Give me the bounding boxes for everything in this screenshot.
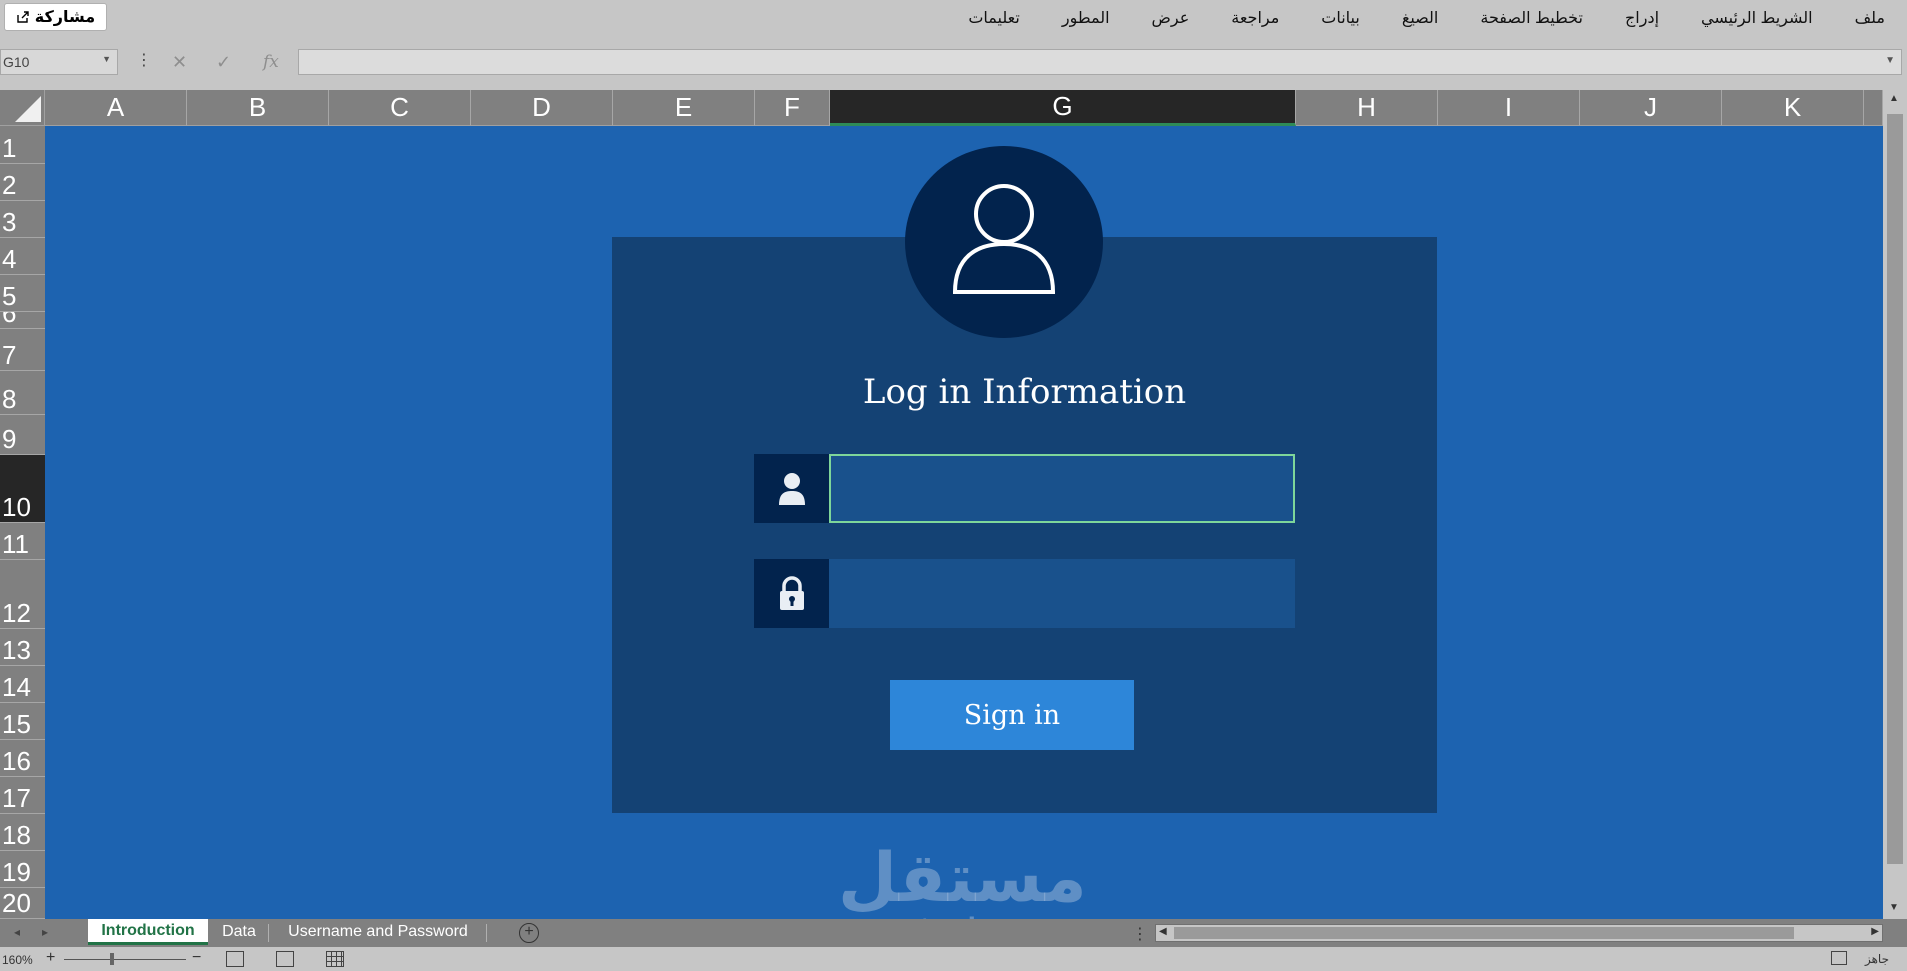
formula-input[interactable]: ▼ — [298, 49, 1902, 75]
row-header-13[interactable]: 13 — [0, 629, 45, 666]
zoom-slider-thumb[interactable] — [110, 953, 114, 965]
ribbon-tabs: ملف الشريط الرئيسي إدراج تخطيط الصفحة ال… — [947, 0, 1897, 36]
vertical-scroll-thumb[interactable] — [1887, 114, 1903, 864]
horizontal-scroll-thumb[interactable] — [1174, 927, 1794, 939]
tab-formulas[interactable]: الصيغ — [1381, 8, 1460, 28]
row-header-7[interactable]: 7 — [0, 329, 45, 371]
username-icon-box — [754, 454, 829, 523]
add-sheet-icon[interactable]: + — [519, 923, 539, 943]
name-box[interactable]: G10 ▼ — [0, 49, 118, 75]
column-header-partial — [1864, 90, 1883, 126]
column-header-a[interactable]: A — [45, 90, 187, 126]
sheet-tab-introduction[interactable]: Introduction — [88, 919, 208, 945]
row-header-15[interactable]: 15 — [0, 703, 45, 740]
name-box-value: G10 — [3, 54, 30, 70]
row-header-20[interactable]: 20 — [0, 888, 45, 919]
row-header-16[interactable]: 16 — [0, 740, 45, 777]
scroll-down-icon[interactable]: ▼ — [1889, 902, 1899, 913]
tab-page-layout[interactable]: تخطيط الصفحة — [1459, 8, 1604, 28]
expand-formula-icon[interactable]: ▼ — [1885, 55, 1895, 66]
tab-review[interactable]: مراجعة — [1210, 8, 1300, 28]
lock-icon — [779, 575, 804, 610]
column-header-h[interactable]: H — [1296, 90, 1438, 126]
column-header-d[interactable]: D — [471, 90, 613, 126]
row-header-1[interactable]: 1 — [0, 126, 45, 164]
share-icon — [17, 11, 29, 23]
column-header-g[interactable]: G — [830, 90, 1296, 126]
tab-developer[interactable]: المطور — [1041, 8, 1131, 28]
confirm-icon[interactable]: ✓ — [216, 52, 231, 73]
avatar — [905, 146, 1103, 338]
insert-function-icon[interactable]: fx — [263, 52, 279, 72]
formula-bar: G10 ▼ ⋮ ✕ ✓ fx ▼ — [0, 44, 1907, 80]
row-header-6[interactable]: 6 — [0, 312, 45, 329]
more-options-icon[interactable]: ⋮ — [136, 53, 152, 69]
row-header-3[interactable]: 3 — [0, 201, 45, 238]
status-ready: جاهز — [1864, 952, 1889, 966]
select-all-triangle-icon — [15, 96, 41, 122]
next-sheet-icon[interactable]: ▸ — [42, 925, 48, 939]
tab-help[interactable]: تعليمات — [947, 8, 1040, 28]
column-header-k[interactable]: K — [1722, 90, 1864, 126]
column-header-f[interactable]: F — [755, 90, 830, 126]
sheet-tab-username-password[interactable]: Username and Password — [270, 919, 486, 945]
zoom-level[interactable]: 160% — [2, 953, 33, 967]
password-icon-box — [754, 559, 829, 628]
horizontal-scrollbar[interactable]: ◀ ▶ — [1155, 924, 1883, 942]
tab-divider — [268, 924, 269, 942]
select-all-button[interactable] — [0, 90, 45, 126]
normal-view-icon[interactable] — [326, 951, 344, 967]
row-header-11[interactable]: 11 — [0, 523, 45, 560]
column-header-b[interactable]: B — [187, 90, 329, 126]
page-break-view-icon[interactable] — [226, 951, 244, 967]
status-bar: 160% + − جاهز — [0, 947, 1907, 971]
row-header-9[interactable]: 9 — [0, 415, 45, 455]
zoom-out-icon[interactable]: − — [192, 949, 201, 967]
scroll-up-icon[interactable]: ▲ — [1889, 93, 1899, 104]
sheet-tab-data[interactable]: Data — [210, 919, 268, 945]
scroll-left-icon[interactable]: ◀ — [1159, 926, 1167, 937]
watermark-logo: مستقل — [838, 839, 1087, 918]
tab-view[interactable]: عرض — [1131, 8, 1211, 28]
row-header-10[interactable]: 10 — [0, 455, 45, 523]
more-tabs-icon[interactable]: ⋮ — [1132, 924, 1148, 944]
row-header-14[interactable]: 14 — [0, 666, 45, 703]
row-header-12[interactable]: 12 — [0, 560, 45, 629]
sign-in-button[interactable]: Sign in — [890, 680, 1134, 750]
zoom-in-icon[interactable]: + — [46, 949, 55, 967]
page-layout-view-icon[interactable] — [276, 951, 294, 967]
zoom-slider[interactable] — [64, 959, 186, 960]
row-header-4[interactable]: 4 — [0, 238, 45, 275]
column-header-c[interactable]: C — [329, 90, 471, 126]
scroll-right-icon[interactable]: ▶ — [1871, 926, 1879, 937]
ribbon: مشاركة ملف الشريط الرئيسي إدراج تخطيط ال… — [0, 0, 1907, 36]
sheet-tabs-bar: ◂ ▸ Introduction Data Username and Passw… — [0, 919, 1907, 947]
password-input[interactable] — [829, 559, 1295, 628]
user-icon — [778, 472, 805, 505]
row-header-5[interactable]: 5 — [0, 275, 45, 312]
prev-sheet-icon[interactable]: ◂ — [14, 925, 20, 939]
column-header-j[interactable]: J — [1580, 90, 1722, 126]
column-header-i[interactable]: I — [1438, 90, 1580, 126]
macro-recording-icon[interactable] — [1831, 951, 1847, 965]
vertical-scrollbar[interactable]: ▲ ▼ — [1883, 90, 1907, 919]
row-header-2[interactable]: 2 — [0, 164, 45, 201]
user-avatar-icon — [952, 184, 1056, 294]
column-header-e[interactable]: E — [613, 90, 755, 126]
row-header-19[interactable]: 19 — [0, 851, 45, 888]
share-label: مشاركة — [34, 9, 96, 26]
tab-divider — [486, 924, 487, 942]
chevron-down-icon[interactable]: ▼ — [102, 54, 111, 64]
login-title: Log in Information — [862, 372, 1187, 412]
row-header-17[interactable]: 17 — [0, 777, 45, 814]
tab-file[interactable]: ملف — [1834, 8, 1897, 28]
cancel-icon[interactable]: ✕ — [172, 52, 187, 73]
tab-data[interactable]: بيانات — [1300, 8, 1381, 28]
share-button[interactable]: مشاركة — [4, 3, 107, 31]
tab-insert[interactable]: إدراج — [1604, 8, 1680, 28]
row-header-18[interactable]: 18 — [0, 814, 45, 851]
row-header-8[interactable]: 8 — [0, 371, 45, 415]
username-input[interactable] — [829, 454, 1295, 523]
tab-home[interactable]: الشريط الرئيسي — [1680, 8, 1834, 28]
